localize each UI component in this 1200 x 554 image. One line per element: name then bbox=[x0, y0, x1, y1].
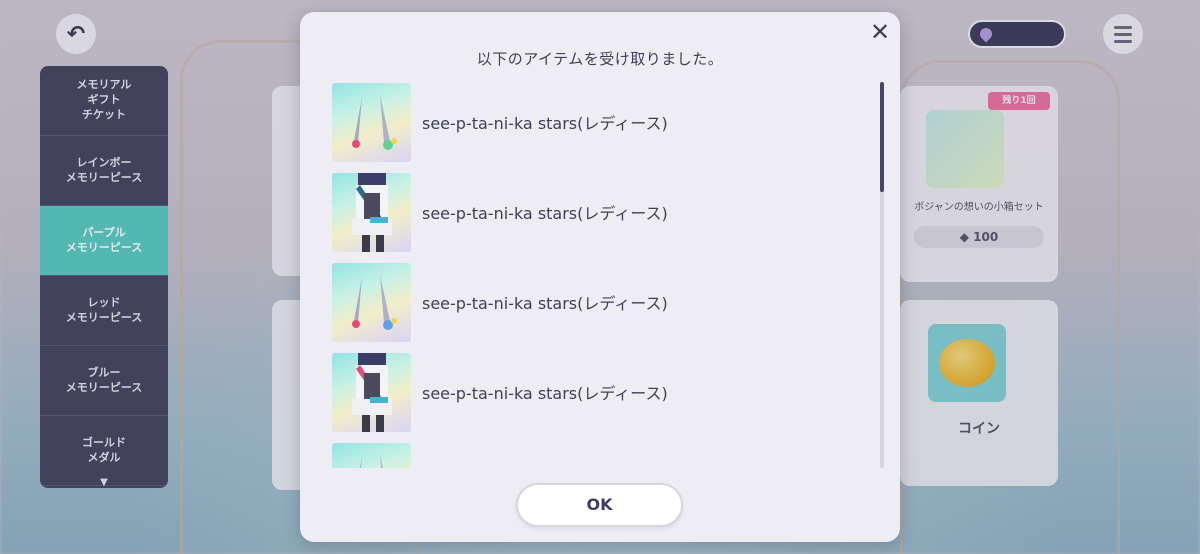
item-name: see-p-ta-ni-ka stars(レディース) bbox=[422, 114, 668, 133]
outfit-thumbnail bbox=[332, 172, 411, 252]
dialog-title: 以下のアイテムを受け取りました。 bbox=[476, 50, 724, 68]
list-item: see-p-ta-ni-ka stars(レディース) bbox=[332, 352, 852, 432]
outfit-thumbnail bbox=[332, 352, 411, 432]
received-items-dialog: ✕ 以下のアイテムを受け取りました。 see-p-ta-ni-ka stars(… bbox=[300, 12, 900, 542]
list-scrollbar[interactable] bbox=[880, 82, 884, 468]
accessory-thumbnail bbox=[332, 442, 411, 468]
accessory-thumbnail bbox=[332, 262, 411, 342]
scrollbar-thumb[interactable] bbox=[880, 82, 884, 192]
accessory-thumbnail bbox=[332, 82, 411, 162]
list-item: see-p-ta-ni-ka stars(レディース) bbox=[332, 172, 852, 252]
item-name: see-p-ta-ni-ka stars(レディース) bbox=[422, 204, 668, 223]
list-item: see-p-ta-ni-ka stars(レディース) bbox=[332, 82, 852, 162]
list-item: see-p-ta-ni-ka stars(レディース) bbox=[332, 262, 852, 342]
item-name: see-p-ta-ni-ka stars(レディース) bbox=[422, 294, 668, 313]
ok-button[interactable]: OK bbox=[516, 483, 683, 527]
list-item bbox=[332, 442, 852, 468]
close-x-icon[interactable]: ✕ bbox=[868, 20, 892, 44]
received-items-list[interactable]: see-p-ta-ni-ka stars(レディース) see-p-ta-ni-… bbox=[332, 82, 852, 468]
item-name: see-p-ta-ni-ka stars(レディース) bbox=[422, 384, 668, 403]
